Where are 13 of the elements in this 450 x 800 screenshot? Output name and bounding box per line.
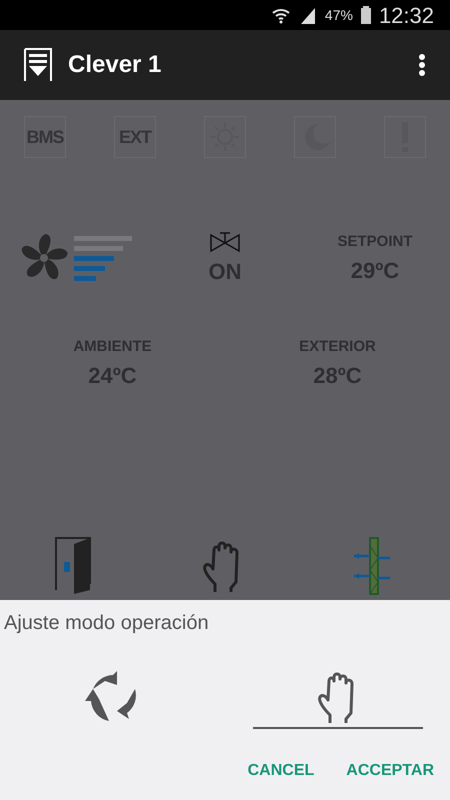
battery-icon	[360, 6, 371, 24]
signal-icon	[298, 6, 317, 24]
wifi-icon	[270, 6, 291, 24]
dialog-title: Ajuste modo operación	[3, 611, 210, 636]
dialog-button[interactable]: ACCEPTAR	[338, 758, 442, 784]
more-menu-icon[interactable]	[418, 53, 426, 77]
valve-icon	[209, 230, 241, 254]
clock: 12:32	[378, 2, 434, 30]
app-title: Clever 1	[68, 50, 162, 80]
door-icon	[54, 536, 94, 596]
battery-percent: 47%	[324, 6, 353, 24]
dialog-button[interactable]: CANCEL	[240, 758, 322, 784]
app-logo-icon	[24, 48, 52, 82]
